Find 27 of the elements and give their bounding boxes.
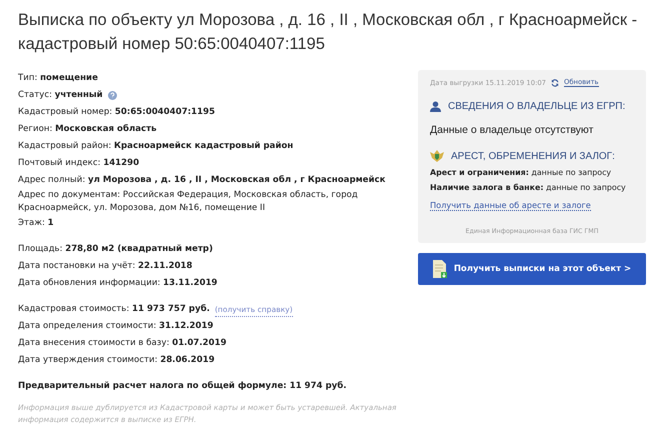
info-text: Площадь: 278,80 м2 (квадратный метр) [18,243,213,256]
info-text: Адрес по документам: Российская Федерация, Московская область, город Красноармейск, ул. Морозова, дом №16, помещение II [18,189,359,215]
info-text: Регион: Московская область [18,123,157,136]
info-text: Тип: помещение [18,72,98,85]
refresh-icon[interactable] [551,78,560,86]
info-text: Дата определения стоимости: 31.12.2019 [18,320,214,333]
section-heading: АРЕСТ, ОБРЕМЕНЕНИЯ И ЗАЛОГ: [451,150,615,162]
info-text: Этаж: 1 [18,217,54,230]
info-text: Дата утверждения стоимости: 28.06.2019 [18,354,215,367]
get-extracts-button[interactable]: Получить выписки на этот объект > [418,253,646,285]
info-text: Кадастровый номер: 50:65:0040407:1195 [18,106,215,119]
info-text: Кадастровый район: Красноармейск кадастровый район [18,140,294,153]
emblem-icon [430,150,444,162]
info-text: Дата постановки на учёт: 22.11.2018 [18,260,192,273]
info-text: Почтовый индекс: 141290 [18,157,140,170]
owner-text: Данные о владельце отсутствуют [430,124,594,136]
info-text: Кадастровая стоимость: 11 973 757 руб. [18,303,210,316]
page-title: Выписка по объекту ул Морозова , д. 16 , II , Московская обл , г Красноармейск - кадастровый номер 50:65:0040407:1195 [18,10,638,55]
arrest-data-link[interactable]: Получить данные об аресте и залоге [430,200,591,211]
info-text: Предварительный расчет налога по общей формуле: 11 974 руб. [18,380,346,393]
info-text: Дата обновления информации: 13.11.2019 [18,277,218,290]
info-text: Дата внесения стоимости в базу: 01.07.2019 [18,337,226,350]
info-text: Статус: учтенный [18,89,103,102]
person-icon [430,101,441,112]
document-icon [432,260,447,278]
info-text: Адрес полный: ул Морозова , д. 16 , II , Московская обл , г Красноармейск [18,174,386,187]
section-heading: СВЕДЕНИЯ О ВЛАДЕЛЬЦЕ ИЗ ЕГРП: [448,101,626,112]
